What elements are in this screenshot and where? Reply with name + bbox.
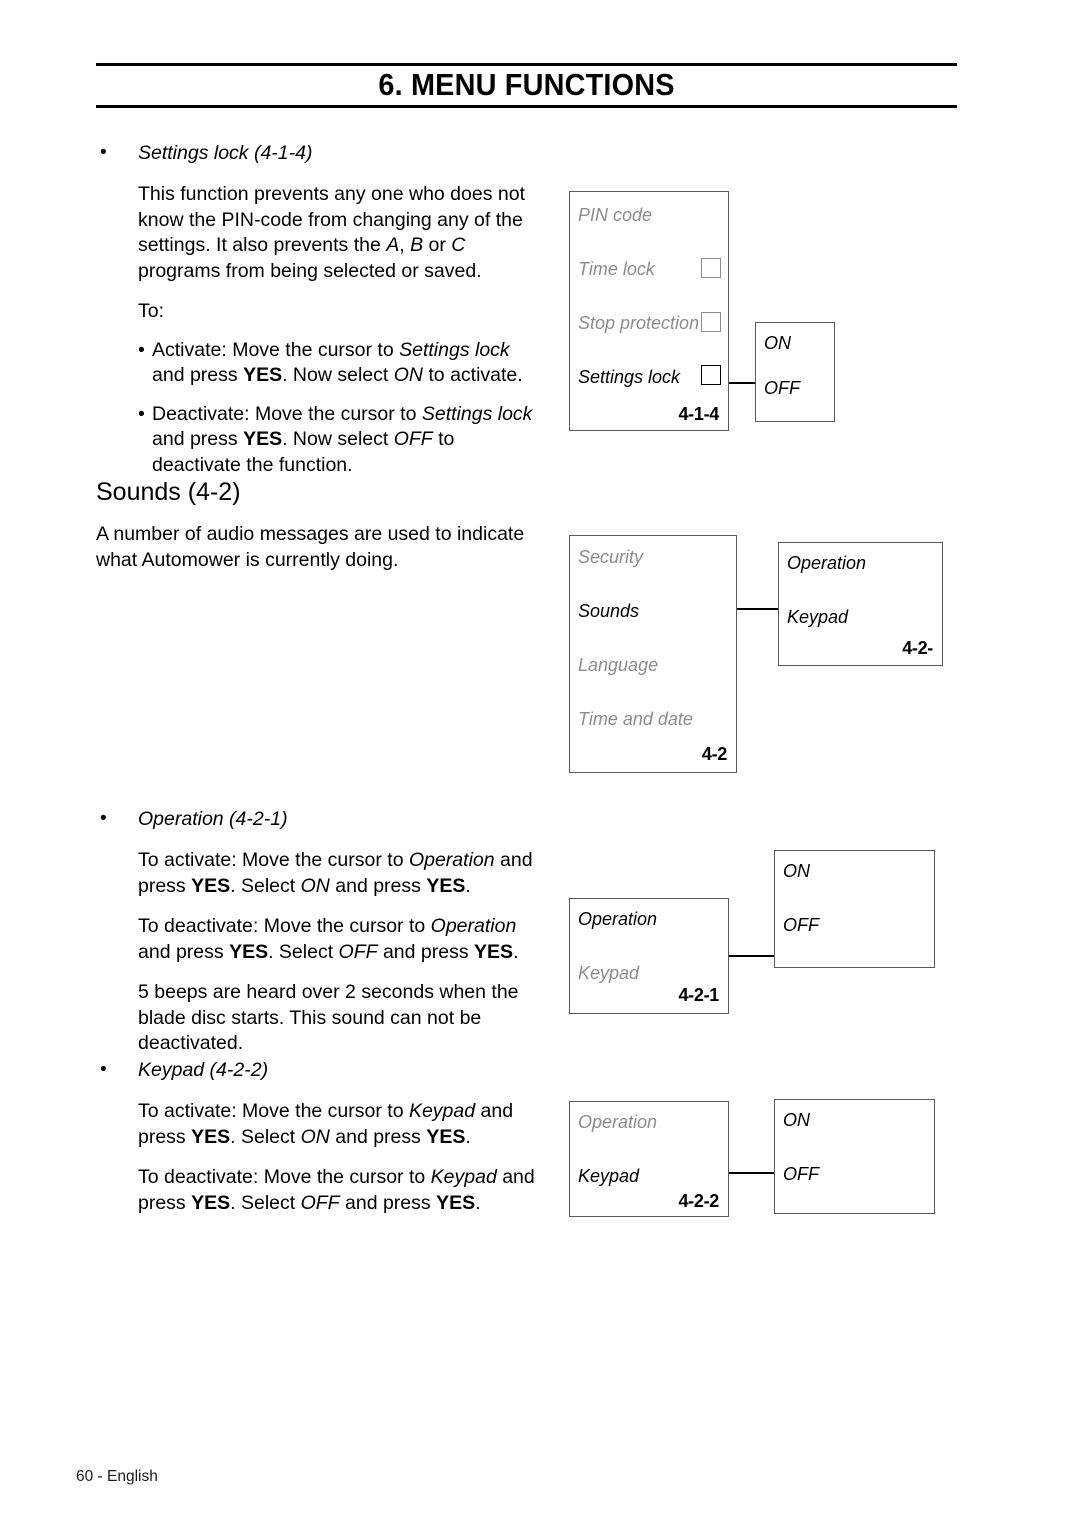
- operation-beeps-text: 5 beeps are heard over 2 seconds when th…: [138, 981, 519, 1054]
- menu-box-sounds-operation: Operation Keypad 4-2-1: [569, 898, 729, 1014]
- operation-activate-text: To activate: Move the cursor to Operatio…: [138, 849, 533, 897]
- submenu-box-sounds: Operation Keypad 4-2-: [778, 542, 943, 666]
- menu-row-keypad[interactable]: Keypad: [578, 1165, 639, 1187]
- checkbox-stop-protection[interactable]: [701, 312, 721, 332]
- menu-row-time-and-date[interactable]: Time and date: [578, 708, 693, 730]
- sounds-description: A number of audio messages are used to i…: [96, 523, 525, 571]
- value-option-off[interactable]: OFF: [783, 1163, 819, 1185]
- menu-row-settings-lock[interactable]: Settings lock: [578, 366, 680, 388]
- menu-code-label: 4-2-2: [678, 1191, 719, 1211]
- menu-code-label: 4-1-4: [678, 404, 719, 424]
- settings-lock-steps: • Activate: Move the cursor to Settings …: [96, 338, 541, 479]
- keypad-deactivate-text: To deactivate: Move the cursor to Keypad…: [138, 1166, 535, 1214]
- menu-box-main: Security Sounds Language Time and date 4…: [569, 535, 737, 773]
- submenu-code-label: 4-2-: [902, 638, 933, 658]
- content-column: • Settings lock (4-1-4) This function pr…: [96, 140, 541, 492]
- subsection-heading-label: Operation (4-2-1): [138, 808, 288, 830]
- connector-line: [729, 382, 756, 384]
- bullet-glyph: •: [100, 1059, 107, 1080]
- submenu-row-operation[interactable]: Operation: [787, 552, 866, 574]
- subsection-heading-keypad: • Keypad (4-2-2): [96, 1057, 546, 1083]
- section-heading-sounds: Sounds (4-2): [96, 478, 241, 506]
- menu-row-pin-code[interactable]: PIN code: [578, 204, 652, 226]
- value-option-off[interactable]: OFF: [764, 377, 800, 399]
- connector-line: [729, 955, 775, 957]
- header-rule-bottom: [96, 105, 957, 108]
- menu-row-operation[interactable]: Operation: [578, 1111, 657, 1133]
- bullet-glyph: •: [138, 338, 145, 361]
- connector-line: [729, 1172, 775, 1174]
- operation-section: • Operation (4-2-1) To activate: Move th…: [96, 806, 546, 1072]
- menu-row-keypad[interactable]: Keypad: [578, 962, 639, 984]
- menu-row-security[interactable]: Security: [578, 546, 643, 568]
- sounds-section: Sounds (4-2) A number of audio messages …: [96, 477, 541, 588]
- menu-row-language[interactable]: Language: [578, 654, 658, 676]
- subsection-heading-label: Settings lock (4-1-4): [138, 142, 313, 164]
- subsection-heading-operation: • Operation (4-2-1): [96, 806, 546, 832]
- checkbox-settings-lock[interactable]: [701, 365, 721, 385]
- submenu-row-keypad[interactable]: Keypad: [787, 606, 848, 628]
- checkbox-time-lock[interactable]: [701, 258, 721, 278]
- settings-lock-description: This function prevents any one who does …: [138, 183, 525, 282]
- keypad-activate-text: To activate: Move the cursor to Keypad a…: [138, 1100, 514, 1148]
- subsection-heading-settings-lock: • Settings lock (4-1-4): [96, 140, 541, 166]
- footer-page-label: 60 - English: [76, 1468, 158, 1485]
- bullet-glyph: •: [138, 402, 145, 425]
- menu-box-sounds-keypad: Operation Keypad 4-2-2: [569, 1101, 729, 1217]
- value-box-settings-lock: ON OFF: [755, 322, 835, 422]
- bullet-glyph: •: [100, 808, 107, 829]
- value-option-off[interactable]: OFF: [783, 914, 819, 936]
- value-box-keypad: ON OFF: [774, 1099, 935, 1214]
- menu-code-label: 4-2-1: [678, 985, 719, 1005]
- menu-box-security: PIN code Time lock Stop protection Setti…: [569, 191, 729, 431]
- operation-deactivate-text: To deactivate: Move the cursor to Operat…: [138, 915, 519, 963]
- list-item: • Deactivate: Move the cursor to Setting…: [138, 402, 533, 476]
- menu-row-operation[interactable]: Operation: [578, 908, 657, 930]
- bullet-glyph: •: [100, 142, 107, 163]
- settings-lock-to-label: To:: [138, 300, 165, 322]
- page-title: 6. MENU FUNCTIONS: [378, 67, 675, 102]
- value-option-on[interactable]: ON: [783, 1109, 810, 1131]
- value-option-on[interactable]: ON: [783, 860, 810, 882]
- document-page: 6. MENU FUNCTIONS • Settings lock (4-1-4…: [0, 0, 1080, 1528]
- keypad-section: • Keypad (4-2-2) To activate: Move the c…: [96, 1057, 546, 1231]
- value-option-on[interactable]: ON: [764, 332, 791, 354]
- menu-row-time-lock[interactable]: Time lock: [578, 258, 655, 280]
- connector-line: [737, 608, 779, 610]
- menu-row-sounds[interactable]: Sounds: [578, 600, 639, 622]
- value-box-operation: ON OFF: [774, 850, 935, 968]
- menu-row-stop-protection[interactable]: Stop protection: [578, 312, 699, 334]
- menu-code-label: 4-2: [701, 744, 727, 764]
- list-item: • Activate: Move the cursor to Settings …: [138, 338, 523, 387]
- subsection-heading-label: Keypad (4-2-2): [138, 1059, 269, 1081]
